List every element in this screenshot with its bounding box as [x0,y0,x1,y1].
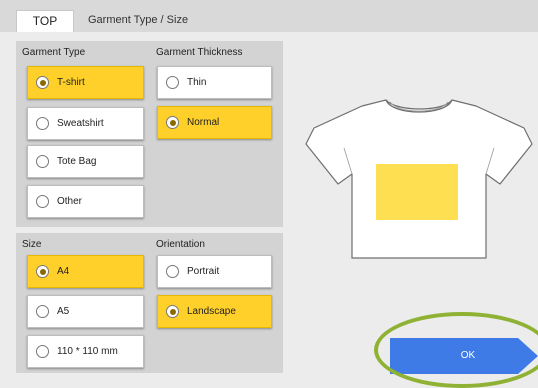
breadcrumb: Garment Type / Size [88,14,189,26]
option-label: Other [57,196,83,207]
option-thin[interactable]: Thin [157,66,272,99]
option-label: A4 [57,266,70,277]
option-110mm[interactable]: 110 * 110 mm [27,335,144,368]
radio-icon [36,76,49,89]
option-tshirt[interactable]: T-shirt [27,66,144,99]
option-label: A5 [57,306,70,317]
radio-icon [166,116,179,129]
garment-preview [304,92,536,260]
option-label: Thin [187,77,207,88]
option-a4[interactable]: A4 [27,255,144,288]
radio-icon [36,195,49,208]
option-label: 110 * 110 mm [57,346,118,357]
option-sweatshirt[interactable]: Sweatshirt [27,107,144,140]
radio-icon [166,76,179,89]
option-portrait[interactable]: Portrait [157,255,272,288]
tshirt-icon [305,99,533,259]
print-area [376,164,458,220]
option-other[interactable]: Other [27,185,144,218]
highlight-ring [374,312,538,388]
top-bar: TOP Garment Type / Size [0,0,538,32]
option-label: Portrait [187,266,220,277]
option-a5[interactable]: A5 [27,295,144,328]
radio-icon [166,265,179,278]
radio-icon [166,305,179,318]
option-tote-bag[interactable]: Tote Bag [27,145,144,178]
radio-icon [36,345,49,358]
option-label: T-shirt [57,77,85,88]
radio-icon [36,117,49,130]
garment-type-label: Garment Type [22,47,86,58]
option-label: Landscape [187,306,236,317]
option-normal[interactable]: Normal [157,106,272,139]
option-landscape[interactable]: Landscape [157,295,272,328]
size-label: Size [22,239,42,250]
option-label: Tote Bag [57,156,97,167]
top-button[interactable]: TOP [16,10,74,32]
radio-icon [36,305,49,318]
option-label: Normal [187,117,220,128]
garment-thickness-label: Garment Thickness [156,47,243,58]
radio-icon [36,155,49,168]
orientation-label: Orientation [156,239,205,250]
option-label: Sweatshirt [57,118,104,129]
radio-icon [36,265,49,278]
